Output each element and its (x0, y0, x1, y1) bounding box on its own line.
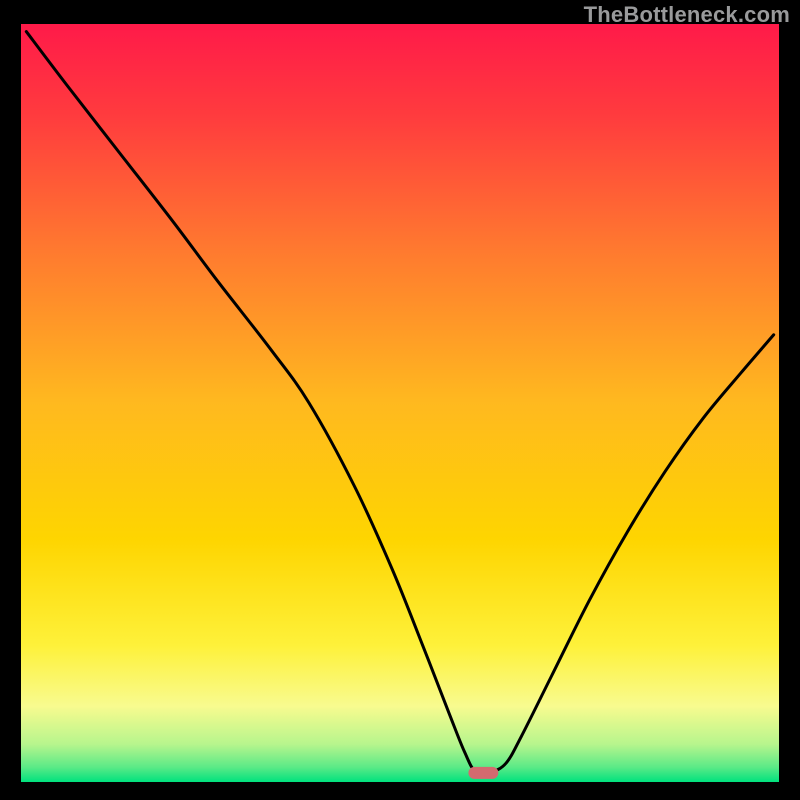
optimal-marker (468, 767, 498, 779)
chart-frame: TheBottleneck.com (0, 0, 800, 800)
gradient-background (21, 24, 779, 782)
bottleneck-plot (21, 24, 779, 782)
watermark-text: TheBottleneck.com (584, 2, 790, 28)
plot-svg (21, 24, 779, 782)
